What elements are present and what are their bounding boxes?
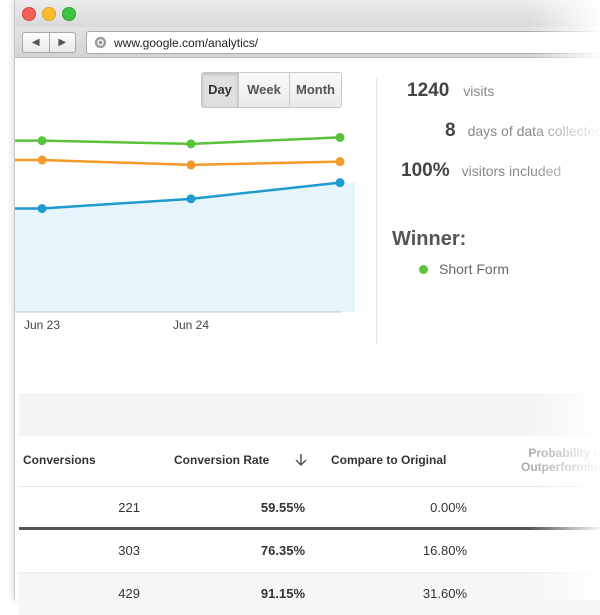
stat-visits-label: visits bbox=[463, 83, 495, 99]
url-text: www.google.com/analytics/ bbox=[114, 35, 259, 50]
series-line bbox=[15, 136, 341, 146]
zoom-window-button[interactable] bbox=[62, 7, 76, 21]
series-area-fill bbox=[15, 182, 355, 312]
cell-compare: 16.80% bbox=[422, 543, 467, 558]
table-row: 221 59.55% 0.00% bbox=[19, 487, 600, 529]
winner-variant: Short Form bbox=[419, 261, 509, 277]
month-button[interactable]: Month bbox=[289, 73, 341, 107]
cell-compare: 31.60% bbox=[422, 586, 467, 601]
title-bar bbox=[15, 0, 600, 27]
vertical-divider bbox=[376, 78, 377, 344]
data-point bbox=[37, 204, 47, 214]
address-bar[interactable]: www.google.com/analytics/ bbox=[86, 31, 600, 54]
back-arrow-icon: ◀ bbox=[31, 37, 40, 48]
winner-color-dot bbox=[419, 264, 428, 274]
cell-conversion-rate: 76.35% bbox=[260, 543, 305, 558]
stat-visitors-label: visitors included bbox=[461, 163, 562, 179]
header-conversion-rate[interactable]: Conversion Rate bbox=[174, 453, 269, 467]
date-range-toggle: Day Week Month bbox=[201, 72, 342, 108]
data-point bbox=[37, 155, 47, 165]
forward-arrow-icon: ▶ bbox=[58, 37, 67, 48]
sort-down-arrow-icon[interactable] bbox=[295, 453, 307, 467]
table-toolbar bbox=[19, 394, 600, 437]
data-point bbox=[335, 132, 345, 142]
browser-window: ◀ ▶ www.google.com/analytics/ Day Week M… bbox=[14, 0, 600, 615]
browser-toolbar: ◀ ▶ www.google.com/analytics/ bbox=[15, 27, 600, 58]
x-tick-label: Jun 23 bbox=[24, 318, 60, 332]
cell-conversions: 429 bbox=[118, 586, 140, 601]
data-point bbox=[186, 160, 196, 170]
page-content: Day Week Month Jun 23 Jun 24 1240 visits … bbox=[15, 58, 600, 615]
nav-buttons: ◀ ▶ bbox=[22, 32, 76, 53]
x-tick-label: Jun 24 bbox=[173, 318, 209, 332]
stat-visits: 1240 visits bbox=[407, 80, 494, 102]
stat-visitors-value: 100% bbox=[401, 160, 450, 181]
minimize-window-button[interactable] bbox=[42, 7, 56, 21]
forward-button[interactable]: ▶ bbox=[48, 33, 76, 52]
close-window-button[interactable] bbox=[22, 7, 36, 21]
header-conversions[interactable]: Conversions bbox=[23, 453, 96, 467]
data-point bbox=[37, 136, 47, 146]
stat-visitors: 100% visitors included bbox=[401, 160, 561, 182]
week-button[interactable]: Week bbox=[238, 73, 289, 107]
back-button[interactable]: ◀ bbox=[23, 33, 49, 52]
stat-days-label: days of data collected bbox=[467, 123, 600, 139]
visits-line-chart: Jun 23 Jun 24 bbox=[15, 132, 355, 332]
header-probability[interactable]: Probability of Outperforming bbox=[485, 446, 600, 474]
table-row: 429 91.15% 31.60% bbox=[19, 572, 600, 615]
data-point bbox=[335, 178, 345, 188]
stat-days: 8 days of data collected bbox=[445, 120, 600, 142]
winner-name: Short Form bbox=[439, 261, 510, 277]
cell-conversions: 303 bbox=[118, 543, 140, 558]
data-point bbox=[186, 194, 196, 204]
header-probability-line1: Probability of bbox=[528, 446, 600, 460]
header-probability-line2: Outperforming bbox=[521, 460, 600, 474]
cell-conversions: 221 bbox=[118, 500, 140, 515]
cell-compare: 0.00% bbox=[430, 500, 467, 515]
stat-days-value: 8 bbox=[445, 120, 456, 141]
globe-icon bbox=[94, 36, 107, 49]
day-button[interactable]: Day bbox=[202, 73, 238, 107]
series-line bbox=[15, 158, 341, 167]
cell-conversion-rate: 59.55% bbox=[260, 500, 305, 515]
header-compare-to-original[interactable]: Compare to Original bbox=[331, 453, 446, 467]
cell-conversion-rate: 91.15% bbox=[260, 586, 305, 601]
winner-heading: Winner: bbox=[392, 228, 467, 250]
data-point bbox=[335, 157, 345, 167]
table-header: Conversions Conversion Rate Compare to O… bbox=[19, 436, 600, 487]
table-row: 303 76.35% 16.80% bbox=[19, 530, 600, 572]
stat-visits-value: 1240 bbox=[407, 80, 450, 101]
data-point bbox=[186, 139, 196, 149]
